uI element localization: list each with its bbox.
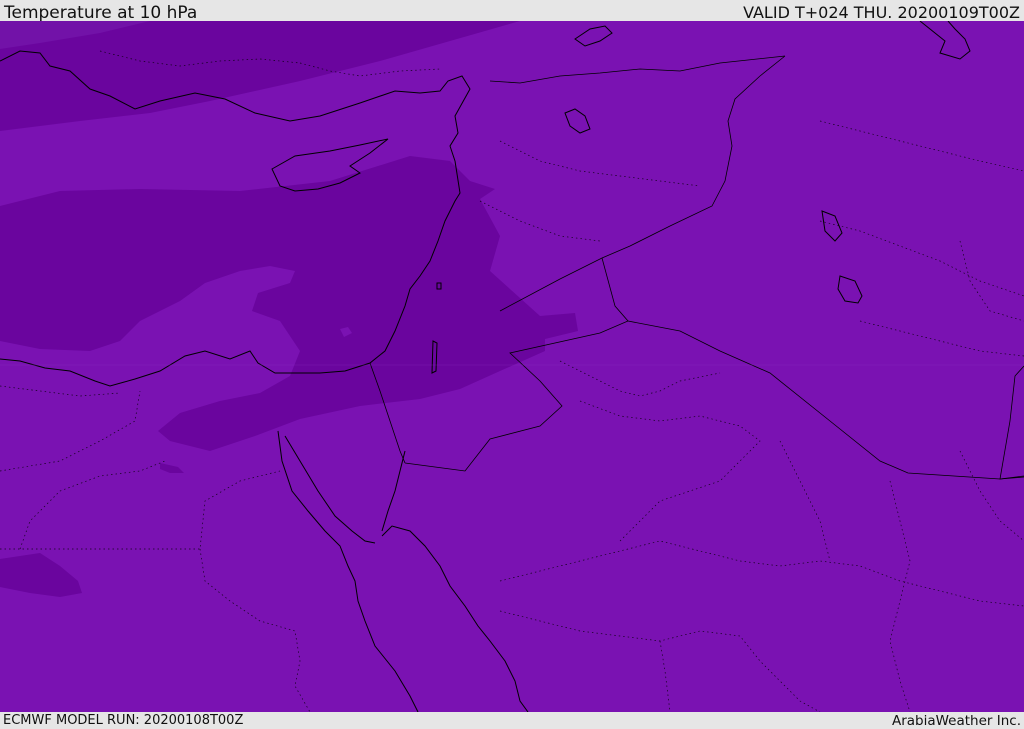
map-title: Temperature at 10 hPa [4,3,198,23]
header-bar: Temperature at 10 hPa VALID T+024 THU. 2… [0,0,1024,23]
model-run-label: ECMWF MODEL RUN: 20200108T00Z [3,713,244,728]
map-svg [0,21,1024,712]
footer-bar: ECMWF MODEL RUN: 20200108T00Z ArabiaWeat… [0,712,1024,729]
valid-time: VALID T+024 THU. 20200109T00Z [743,3,1020,22]
credit-label: ArabiaWeather Inc. [891,713,1021,729]
temperature-field-base [0,21,1024,712]
map-area [0,21,1024,712]
weather-map-page: Temperature at 10 hPa VALID T+024 THU. 2… [0,0,1024,729]
